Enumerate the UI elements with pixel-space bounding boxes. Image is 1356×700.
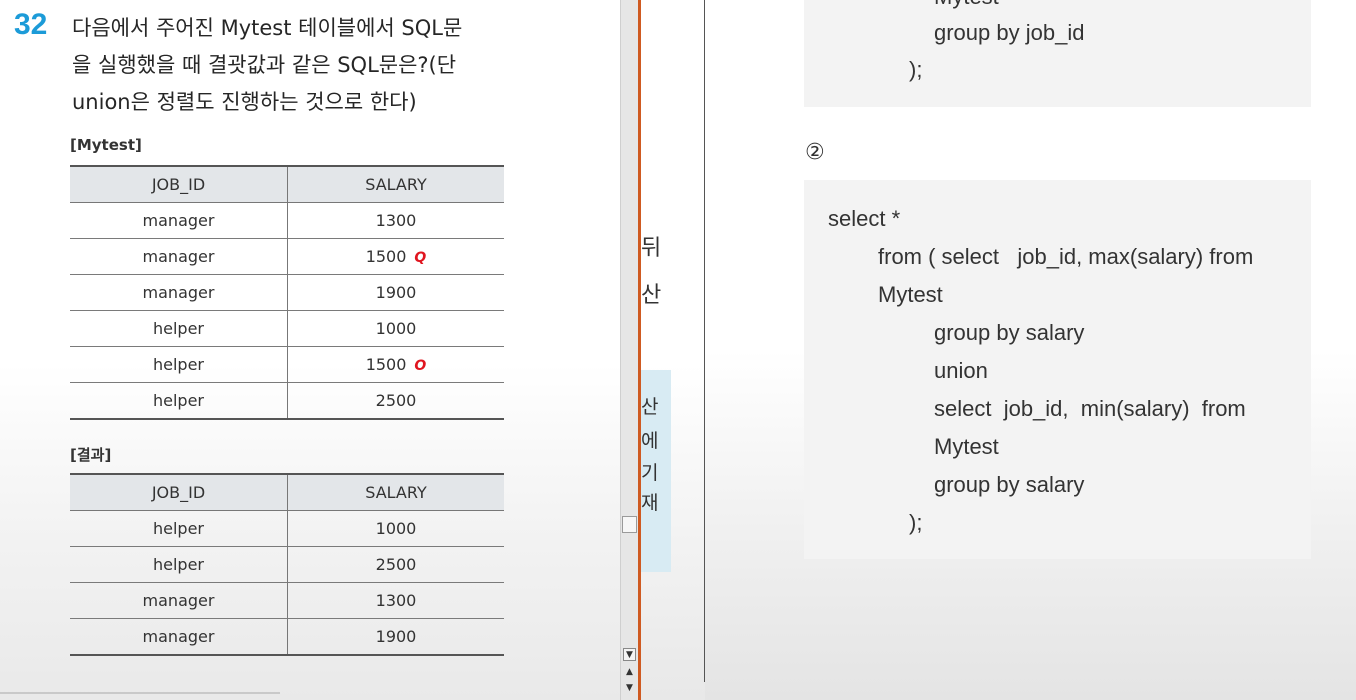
code-line: group by job_id — [934, 20, 1085, 45]
salary-cell: 1000 — [287, 510, 504, 547]
left-document-page: 32 다음에서 주어진 Mytest 테이블에서 SQL문 을 실행했을 때 결… — [0, 0, 620, 700]
text-fragment: 에 — [641, 430, 659, 452]
salary-cell: 1300 — [287, 582, 504, 619]
column-header: JOB_ID — [70, 473, 288, 511]
table-row: manager 1300 — [70, 582, 504, 619]
job-id-cell: helper — [70, 346, 288, 383]
mytest-table: JOB_ID SALARY manager 1300 manager 1500 Q… — [70, 165, 504, 420]
code-line: Mytest — [934, 434, 999, 459]
job-id-cell: manager — [70, 618, 288, 656]
column-header: JOB_ID — [70, 165, 288, 203]
job-id-cell: helper — [70, 510, 288, 547]
table-row: manager 1500 Q — [70, 238, 504, 275]
question-text: 다음에서 주어진 Mytest 테이블에서 SQL문 을 실행했을 때 결괏값과… — [72, 10, 512, 121]
salary-cell: 1300 — [287, 202, 504, 239]
table-row: manager 1900 — [70, 618, 504, 656]
job-id-cell: manager — [70, 582, 288, 619]
scroll-down-arrow-icon[interactable]: ▼ — [623, 648, 636, 661]
code-line: from ( select job_id, max(salary) from — [878, 244, 1254, 269]
middle-page-fragment: ㅤ 뒤 산 산 에 기 재 — [641, 0, 705, 700]
table-row: helper 1000 — [70, 310, 504, 347]
code-line: Mytest — [934, 0, 999, 10]
code-line: select job_id, min(salary) from — [934, 396, 1246, 421]
salary-cell: 1500 Q — [287, 238, 504, 275]
code-line: group by salary — [934, 472, 1085, 497]
option-marker: ② — [805, 140, 825, 165]
salary-value: 1500 — [365, 355, 407, 374]
question-line: union은 정렬도 진행하는 것으로 한다) — [72, 90, 417, 114]
next-page-icon[interactable]: ▼ — [623, 682, 636, 695]
text-fragment: 산 — [641, 283, 662, 308]
table-row: manager 1300 — [70, 202, 504, 239]
salary-cell: 1000 — [287, 310, 504, 347]
salary-value: 1500 — [365, 247, 407, 266]
salary-cell: 1900 — [287, 274, 504, 311]
mytest-table-label: [Mytest] — [70, 136, 142, 154]
code-line: Mytest — [878, 282, 943, 307]
salary-cell: 2500 — [287, 382, 504, 420]
table-row: helper 2500 — [70, 382, 504, 420]
highlight-box: 산 에 기 재 — [641, 370, 671, 572]
question-line: 다음에서 주어진 Mytest 테이블에서 SQL문 — [72, 16, 463, 40]
job-id-cell: manager — [70, 274, 288, 311]
result-table: JOB_ID SALARY helper 1000 helper 2500 ma… — [70, 473, 504, 656]
text-fragment: 산 — [641, 396, 659, 418]
option1-code-box: Mytest group by job_id ); — [804, 0, 1311, 107]
code-line: select * — [828, 206, 901, 231]
text-fragment: 재 — [641, 492, 659, 514]
salary-cell: 1500 O — [287, 346, 504, 383]
job-id-cell: helper — [70, 546, 288, 583]
column-header: SALARY — [287, 165, 504, 203]
handwritten-mark: O — [414, 358, 427, 374]
text-fragment: 뒤 — [641, 236, 662, 261]
code-line: union — [934, 358, 988, 383]
table-row: manager 1900 — [70, 274, 504, 311]
text-fragment: 기 — [641, 462, 659, 484]
question-number: 32 — [14, 8, 48, 41]
column-header: SALARY — [287, 473, 504, 511]
code-line: ); — [909, 510, 923, 535]
table-row: helper 2500 — [70, 546, 504, 583]
table-header-row: JOB_ID SALARY — [70, 473, 504, 511]
question-line: 을 실행했을 때 결괏값과 같은 SQL문은?(단 — [72, 53, 457, 77]
table-row: helper 1500 O — [70, 346, 504, 383]
code-line: group by salary — [934, 320, 1085, 345]
previous-page-icon[interactable]: ▲ — [623, 666, 636, 679]
handwritten-mark: Q — [414, 250, 427, 266]
salary-cell: 2500 — [287, 546, 504, 583]
result-table-label: [결과] — [70, 446, 112, 464]
page-bottom-rule — [0, 692, 280, 694]
job-id-cell: manager — [70, 238, 288, 275]
job-id-cell: manager — [70, 202, 288, 239]
table-row: helper 1000 — [70, 510, 504, 547]
scrollbar-thumb[interactable] — [622, 516, 637, 533]
salary-cell: 1900 — [287, 618, 504, 656]
job-id-cell: helper — [70, 382, 288, 420]
table-header-row: JOB_ID SALARY — [70, 165, 504, 203]
job-id-cell: helper — [70, 310, 288, 347]
right-document-page: Mytest group by job_id ); ② select * fro… — [705, 0, 1356, 700]
vertical-scrollbar[interactable]: ▼ ▲ ▼ — [620, 0, 639, 700]
code-line: ); — [909, 57, 923, 82]
text-fragment: ㅤ — [641, 148, 662, 173]
option2-code-box: select * from ( select job_id, max(salar… — [804, 180, 1311, 559]
